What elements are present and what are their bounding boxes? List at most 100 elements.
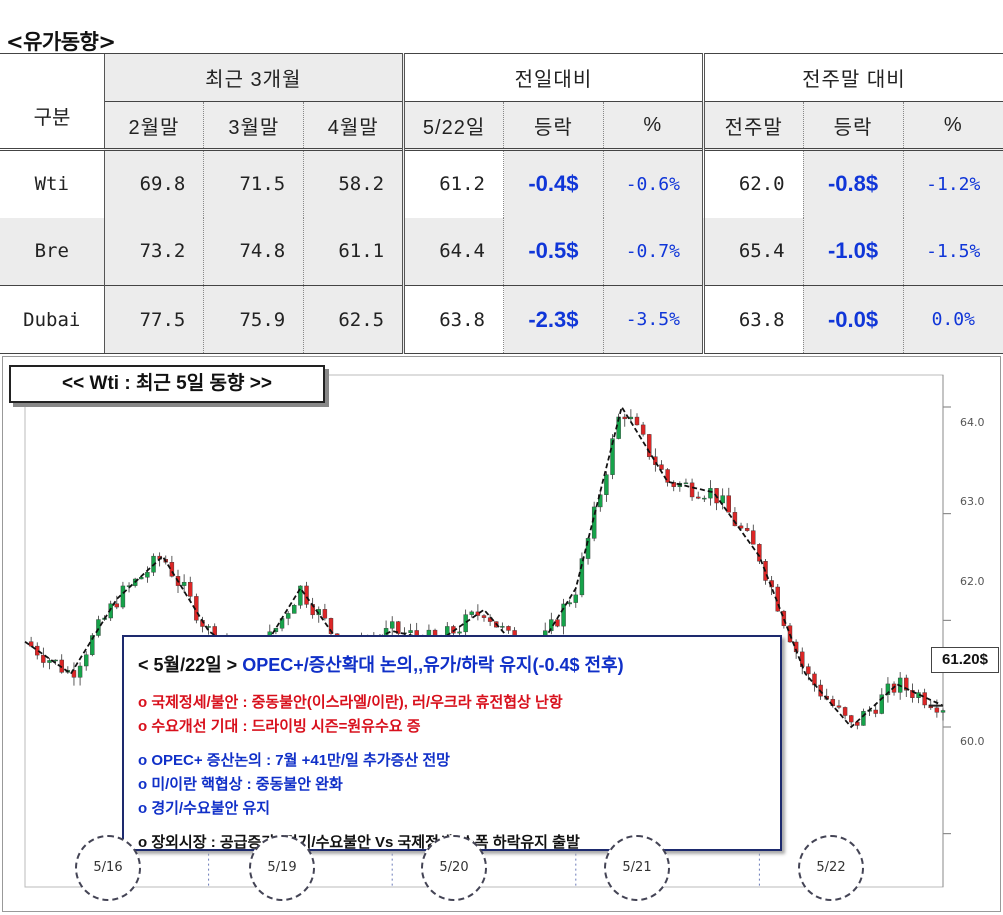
candle-up bbox=[702, 497, 707, 500]
candle-up bbox=[579, 558, 585, 596]
header-category: 구분 bbox=[33, 107, 71, 129]
candle-down bbox=[806, 666, 811, 675]
candle-up bbox=[561, 603, 566, 627]
cell-dubai-pct: -3.5% bbox=[602, 285, 704, 354]
row-name-wti: 구분 Wti bbox=[0, 107, 104, 218]
candle-up bbox=[77, 665, 83, 678]
candle-up bbox=[567, 602, 572, 605]
header-chg: 등락 bbox=[503, 101, 604, 150]
cell-bre-wchg: -1.0$ bbox=[802, 217, 903, 286]
candle-up bbox=[298, 585, 303, 606]
candle-up bbox=[83, 654, 89, 667]
candle-down bbox=[506, 626, 511, 631]
group-prev-week: 전주말 대비 bbox=[701, 53, 1003, 102]
candle-down bbox=[855, 721, 860, 726]
cell-wti-chg: -0.4$ bbox=[503, 148, 604, 218]
cell-bre-lastweek: 65.4 bbox=[701, 217, 804, 286]
header-pct: % bbox=[602, 101, 704, 150]
commentary-heading: < 5월/22일 > OPEC+/증산확대 논의,,유가/하락 유지(-0.4$… bbox=[138, 655, 624, 675]
candle-up bbox=[683, 482, 689, 485]
candle-down bbox=[751, 530, 756, 545]
candle-down bbox=[726, 495, 731, 513]
candle-up bbox=[500, 626, 505, 628]
cell-wti-feb: 69.8 bbox=[103, 148, 204, 218]
group-recent: 최근 3개월 bbox=[103, 53, 404, 102]
candle-up bbox=[390, 621, 395, 629]
candle-up bbox=[96, 619, 101, 636]
candle-up bbox=[708, 488, 713, 499]
cell-dubai-feb: 77.5 bbox=[103, 285, 204, 354]
group-prev-day: 전일대비 bbox=[402, 53, 704, 102]
cell-bre-pct: -0.7% bbox=[602, 217, 704, 286]
candle-down bbox=[622, 416, 627, 420]
candle-down bbox=[757, 544, 762, 562]
candle-down bbox=[555, 619, 560, 627]
candle-down bbox=[836, 705, 842, 708]
header-wpct: % bbox=[902, 101, 1003, 150]
candle-down bbox=[481, 615, 487, 618]
candle-down bbox=[842, 707, 848, 716]
candle-up bbox=[940, 710, 946, 713]
candle-down bbox=[689, 482, 695, 498]
header-wchg: 등락 bbox=[802, 101, 903, 150]
oil-price-table: 최근 3개월 전일대비 전주말 대비 2월말 3월말 4월말 5/22일 등락 … bbox=[0, 53, 1003, 354]
cell-dubai-wpct: 0.0% bbox=[902, 285, 1003, 354]
cell-bre-mar: 74.8 bbox=[203, 217, 304, 286]
last-price-label: 61.20$ bbox=[931, 647, 999, 673]
candle-down bbox=[640, 424, 646, 435]
candle-up bbox=[469, 611, 474, 615]
day-marker-521: 5/21 bbox=[604, 835, 670, 901]
cell-wti-today: 61.2 bbox=[402, 148, 504, 218]
cell-dubai-lastweek: 63.8 bbox=[701, 285, 804, 354]
commentary-line-opec: o OPEC+ 증산논의 : 7월 +41만/일 추가증산 전망 bbox=[138, 752, 450, 769]
cell-bre-wpct: -1.5% bbox=[902, 217, 1003, 286]
cell-dubai-apr: 62.5 bbox=[303, 285, 404, 354]
cell-dubai-wchg: -0.0$ bbox=[802, 285, 903, 354]
candle-down bbox=[322, 609, 328, 619]
candle-down bbox=[304, 585, 309, 605]
candle-up bbox=[285, 613, 291, 619]
commentary-line-geopolitics: o 국제정세/불안 : 중동불안(이스라엘/이란), 러/우크라 휴전협상 난항 bbox=[138, 694, 563, 711]
candle-down bbox=[934, 707, 940, 713]
day-marker-519: 5/19 bbox=[249, 835, 315, 901]
chart-title: << Wti : 최근 5일 동향 >> bbox=[9, 365, 325, 403]
cell-bre-feb: 73.2 bbox=[103, 217, 204, 286]
row-name-bre: Bre bbox=[0, 217, 104, 286]
y-tick-64: 64.0 bbox=[960, 416, 985, 429]
candle-down bbox=[849, 715, 854, 723]
candle-up bbox=[604, 474, 609, 495]
cell-bre-chg: -0.5$ bbox=[503, 217, 604, 286]
header-feb: 2월말 bbox=[103, 101, 204, 150]
cell-wti-pct: -0.6% bbox=[602, 148, 704, 218]
candle-up bbox=[457, 631, 462, 634]
commentary-box: < 5월/22일 > OPEC+/증산확대 논의,,유가/하락 유지(-0.4$… bbox=[122, 635, 782, 851]
candle-up bbox=[408, 630, 413, 633]
cell-dubai-mar: 75.9 bbox=[203, 285, 304, 354]
y-tick-62: 62.0 bbox=[960, 575, 985, 588]
candle-down bbox=[744, 528, 750, 531]
commentary-line-demand: o 수요개선 기대 : 드라이빙 시즌=원유수요 증 bbox=[138, 718, 421, 735]
candle-down bbox=[28, 641, 34, 647]
y-tick-63: 63.0 bbox=[960, 495, 985, 508]
cell-wti-wpct: -1.2% bbox=[902, 148, 1003, 218]
y-tick-60: 60.0 bbox=[960, 735, 985, 748]
candle-down bbox=[114, 603, 120, 608]
day-marker-516: 5/16 bbox=[75, 835, 141, 901]
commentary-line-economy: o 경기/수요불안 유지 bbox=[138, 800, 271, 817]
day-marker-522: 5/22 bbox=[798, 835, 864, 901]
candle-down bbox=[188, 581, 193, 597]
candle-up bbox=[145, 572, 150, 578]
section-title: <유가동향> bbox=[6, 30, 116, 54]
candle-up bbox=[463, 614, 468, 633]
cell-wti-lastweek: 62.0 bbox=[701, 148, 804, 218]
commentary-line-iran: o 미/이란 핵협상 : 중동불안 완화 bbox=[138, 776, 343, 793]
candle-down bbox=[647, 434, 652, 457]
wti-chart: << Wti : 최근 5일 동향 >> 64.0 63.0 62.0 60.0… bbox=[2, 356, 1001, 912]
header-lastweek: 전주말 bbox=[701, 101, 804, 150]
candle-down bbox=[634, 416, 640, 426]
candle-up bbox=[573, 594, 578, 603]
candle-up bbox=[292, 605, 297, 614]
cell-dubai-chg: -2.3$ bbox=[503, 285, 604, 354]
candle-down bbox=[696, 496, 701, 499]
cell-wti-wchg: -0.8$ bbox=[802, 148, 903, 218]
